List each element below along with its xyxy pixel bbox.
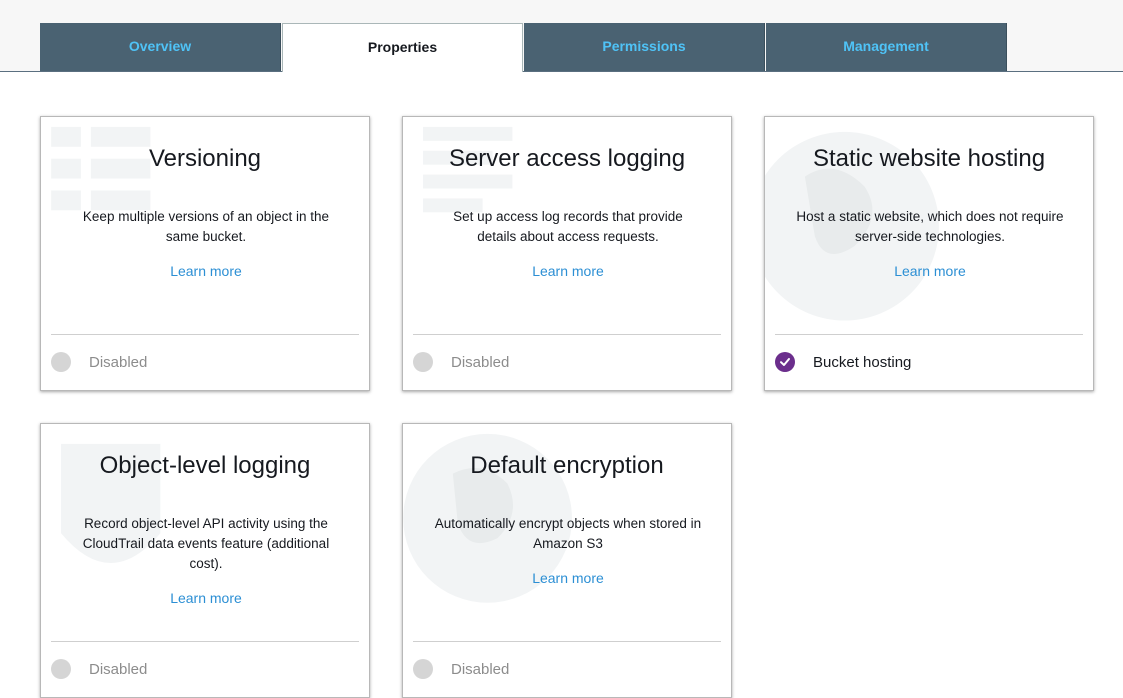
card-divider [51,641,359,642]
learn-more-link[interactable]: Learn more [71,588,341,608]
learn-more-link[interactable]: Learn more [433,261,703,281]
status-indicator: Bucket hosting [775,351,911,373]
status-label: Disabled [451,660,510,678]
card-default-encryption[interactable]: Default encryption Automatically encrypt… [402,423,732,698]
status-label: Disabled [89,660,148,678]
card-description-text: Set up access log records that provide d… [453,209,683,244]
status-label: Disabled [89,353,148,371]
card-title: Default encryption [470,452,664,479]
card-title: Versioning [148,145,262,172]
tab-overview[interactable]: Overview [40,23,281,71]
card-description-text: Keep multiple versions of an object in t… [82,209,330,244]
card-description: Host a static website, which does not re… [795,207,1065,281]
card-divider [413,334,721,335]
status-dot-icon [413,659,433,679]
card-title: Object-level logging [99,452,311,479]
tab-bar-divider [0,71,1123,72]
card-object-level-logging[interactable]: Object-level logging Record object-level… [40,423,370,698]
tab-bar: Overview Properties Permissions Manageme… [0,0,1123,72]
card-description: Automatically encrypt objects when store… [433,514,703,588]
tab-properties[interactable]: Properties [282,23,523,72]
check-circle-icon [775,352,795,372]
card-versioning[interactable]: Versioning Keep multiple versions of an … [40,116,370,391]
card-divider [775,334,1083,335]
card-title: Server access logging [448,145,686,172]
status-indicator: Disabled [51,658,147,680]
card-description: Keep multiple versions of an object in t… [71,207,341,281]
tab-management[interactable]: Management [766,23,1007,71]
status-label: Bucket hosting [813,353,912,371]
card-divider [51,334,359,335]
card-description: Set up access log records that provide d… [433,207,703,281]
status-indicator: Disabled [51,351,147,373]
status-label: Disabled [451,353,510,371]
learn-more-link[interactable]: Learn more [71,261,341,281]
card-description-text: Record object-level API activity using t… [82,516,330,571]
status-indicator: Disabled [413,351,509,373]
tab-permissions[interactable]: Permissions [524,23,765,71]
card-description: Record object-level API activity using t… [71,514,341,608]
status-dot-icon [51,659,71,679]
card-title: Static website hosting [812,145,1046,172]
status-indicator: Disabled [413,658,509,680]
card-server-access-logging[interactable]: Server access logging Set up access log … [402,116,732,391]
card-divider [413,641,721,642]
learn-more-link[interactable]: Learn more [433,568,703,588]
card-description-text: Automatically encrypt objects when store… [434,516,702,551]
card-static-website-hosting[interactable]: Static website hosting Host a static web… [764,116,1094,391]
learn-more-link[interactable]: Learn more [795,261,1065,281]
card-description-text: Host a static website, which does not re… [796,209,1064,244]
status-dot-icon [413,352,433,372]
status-dot-icon [51,352,71,372]
